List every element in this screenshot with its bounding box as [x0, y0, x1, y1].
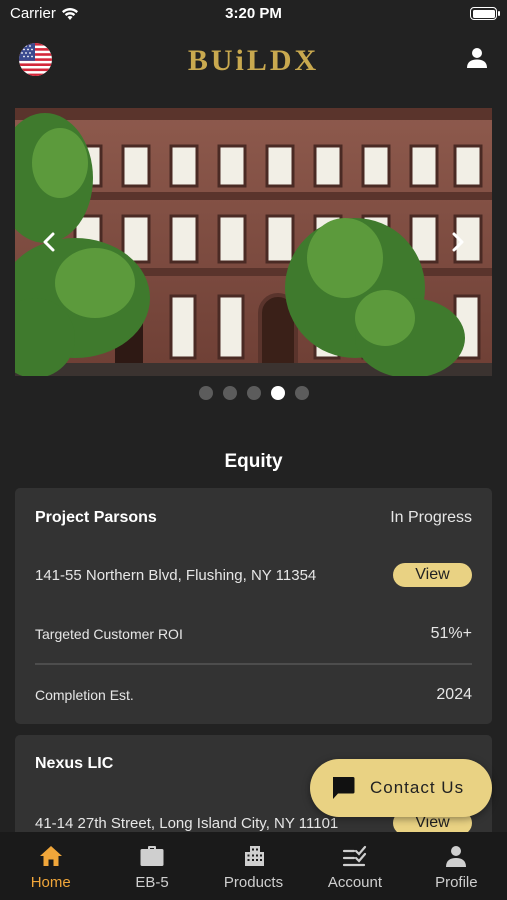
contact-us-button[interactable]: Contact Us [310, 759, 492, 817]
briefcase-icon [140, 846, 164, 866]
completion-value: 2024 [436, 686, 472, 703]
view-button[interactable]: View [393, 563, 472, 587]
carousel-prev-button[interactable] [35, 228, 63, 256]
tab-products[interactable]: Products [203, 832, 304, 900]
completion-label: Completion Est. [35, 687, 134, 703]
divider [35, 663, 472, 665]
chevron-right-icon [452, 232, 464, 252]
carousel-dot[interactable] [222, 386, 237, 400]
project-status: In Progress [390, 509, 472, 526]
person-icon [446, 846, 467, 867]
section-title: Equity [224, 451, 283, 472]
tab-label: Account [327, 874, 383, 891]
chat-icon [333, 777, 355, 799]
roi-value: 51%+ [430, 625, 472, 642]
battery-icon [470, 7, 500, 20]
project-name: Nexus LIC [35, 755, 114, 772]
roi-label: Targeted Customer ROI [35, 626, 183, 642]
user-icon[interactable] [465, 46, 489, 70]
carousel-dot[interactable] [246, 386, 261, 400]
app-header: BUiLDX [0, 38, 507, 82]
app-logo: BUiLDX [187, 44, 320, 77]
home-icon [39, 846, 62, 866]
contact-us-label: Contact Us [370, 778, 465, 797]
brownstone-building-photo [15, 108, 492, 376]
carousel-next-button[interactable] [444, 228, 472, 256]
tab-label: EB-5 [135, 874, 169, 891]
project-address: 141-55 Northern Blvd, Flushing, NY 11354 [35, 566, 317, 584]
project-address: 41-14 27th Street, Long Island City, NY … [35, 814, 339, 832]
chevron-left-icon [43, 232, 55, 252]
tab-account[interactable]: Account [304, 832, 405, 900]
checklist-icon [342, 845, 367, 867]
carousel-dot[interactable] [270, 386, 285, 400]
project-name: Project Parsons [35, 509, 157, 526]
status-time: 3:20 PM [225, 5, 282, 22]
carousel-dot[interactable] [294, 386, 309, 400]
project-card[interactable]: Project Parsons In Progress 141-55 North… [15, 488, 492, 724]
status-bar: Carrier 3:20 PM [0, 0, 507, 30]
tab-profile[interactable]: Profile [406, 832, 507, 900]
bottom-tab-bar: Home EB-5 Products Account Profile [0, 832, 507, 900]
carousel-dot[interactable] [198, 386, 213, 400]
image-carousel[interactable] [15, 108, 492, 376]
tab-eb5[interactable]: EB-5 [101, 832, 202, 900]
tab-label: Home [30, 874, 71, 891]
tab-home[interactable]: Home [0, 832, 101, 900]
carousel-pagination [0, 386, 507, 400]
building-icon [244, 846, 264, 866]
tab-label: Profile [435, 874, 478, 891]
tab-label: Products [223, 874, 284, 891]
